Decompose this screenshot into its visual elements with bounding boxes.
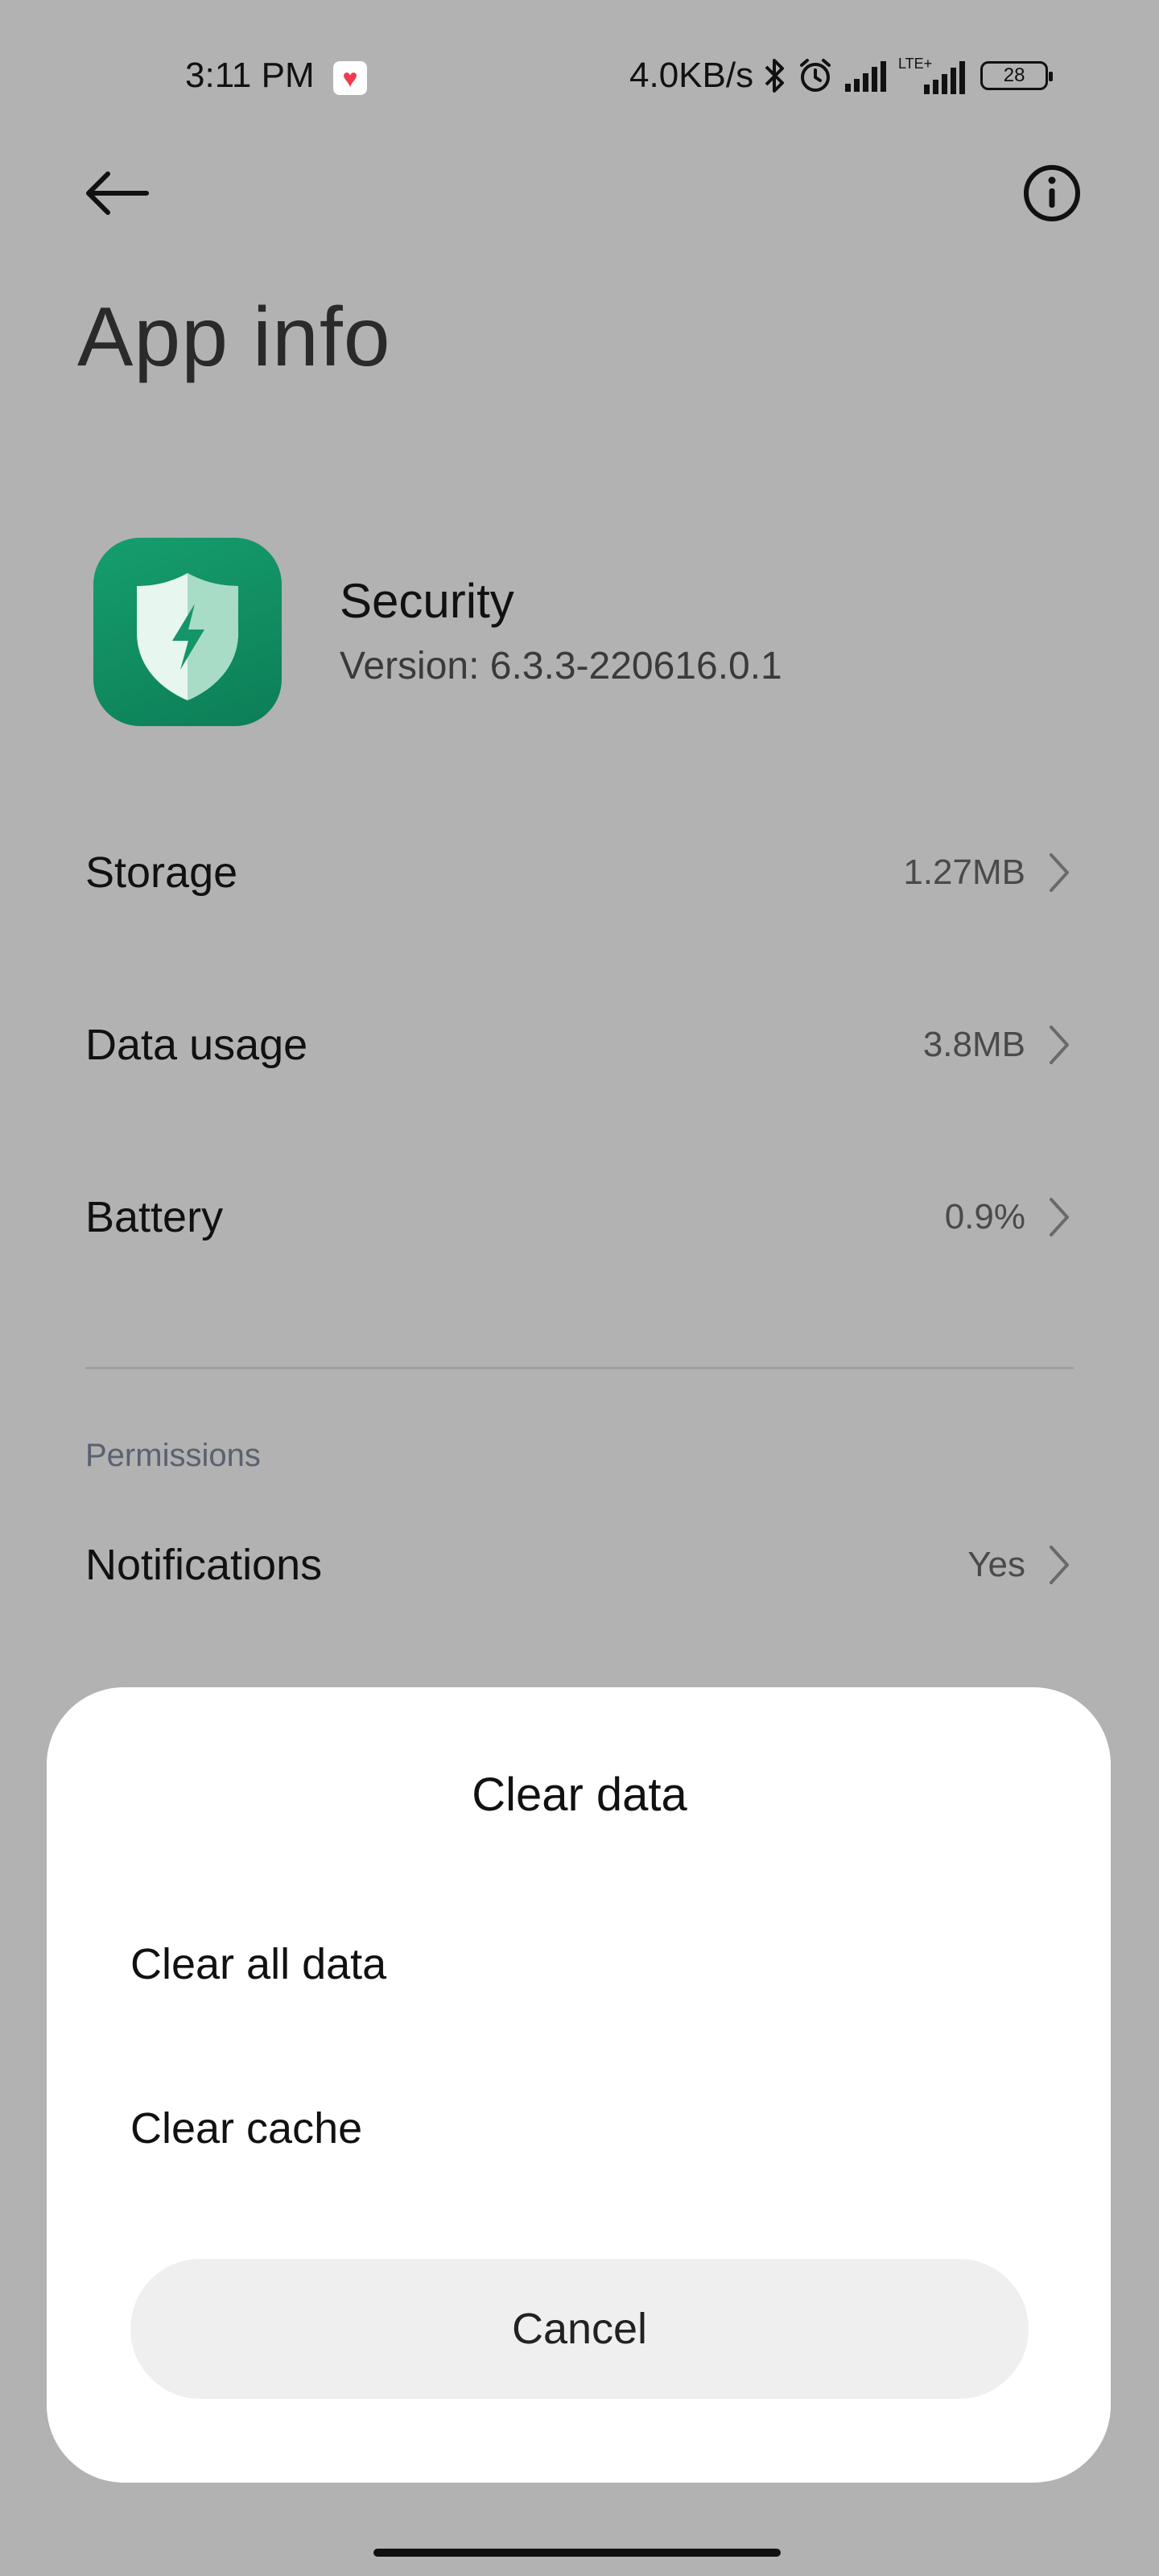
divider (85, 1367, 1074, 1369)
heart-notification-icon: ♥ (333, 61, 367, 95)
dialog-title: Clear data (472, 1769, 687, 1821)
battery-level: 28 (1003, 64, 1025, 86)
bluetooth-icon (763, 57, 787, 94)
storage-row[interactable]: Storage 1.27MB (0, 808, 1159, 937)
app-version: Version: 6.3.3-220616.0.1 (340, 645, 782, 687)
arrow-left-icon (86, 171, 149, 215)
home-indicator[interactable] (373, 2549, 781, 2557)
data-usage-row[interactable]: Data usage 3.8MB (0, 980, 1159, 1109)
chevron-right-icon (1050, 1198, 1069, 1236)
clear-cache-option[interactable]: Clear cache (47, 2064, 1111, 2193)
info-circle-icon (1024, 165, 1080, 221)
battery-row[interactable]: Battery 0.9% (0, 1153, 1159, 1282)
lte-signal-icon: LTE+ (898, 56, 971, 96)
net-speed: 4.0KB/s (629, 56, 754, 95)
app-info-button[interactable] (1016, 161, 1088, 225)
option-label: Clear cache (130, 2104, 363, 2153)
battery-icon: 28 (980, 61, 1054, 90)
shield-lightning-icon (137, 573, 238, 700)
notifications-row[interactable]: Notifications Yes (0, 1501, 1159, 1629)
signal-icon (843, 60, 889, 92)
app-name: Security (340, 574, 514, 628)
chevron-right-icon (1050, 1026, 1069, 1064)
back-button[interactable] (77, 161, 158, 225)
chevron-right-icon (1050, 1546, 1069, 1584)
row-label: Data usage (85, 1021, 308, 1069)
row-label: Battery (85, 1193, 224, 1241)
row-value: Yes (967, 1545, 1025, 1584)
chevron-right-icon (1050, 853, 1069, 892)
network-type-text: LTE+ (898, 56, 932, 72)
clear-all-data-option[interactable]: Clear all data (47, 1900, 1111, 2029)
alarm-icon (797, 57, 834, 94)
status-time: 3:11 PM (185, 56, 315, 95)
row-value: 0.9% (944, 1197, 1025, 1236)
cancel-button[interactable]: Cancel (130, 2259, 1029, 2399)
row-label: Notifications (85, 1541, 323, 1589)
option-label: Clear all data (130, 1940, 387, 1988)
row-value: 3.8MB (922, 1025, 1025, 1064)
status-icons: 4.0KB/s LTE+ 28 (629, 53, 1054, 98)
page-title: App info (77, 291, 391, 384)
row-value: 1.27MB (903, 852, 1025, 892)
app-icon (93, 538, 282, 726)
permissions-section-label: Permissions (85, 1438, 261, 1473)
row-label: Storage (85, 848, 238, 897)
